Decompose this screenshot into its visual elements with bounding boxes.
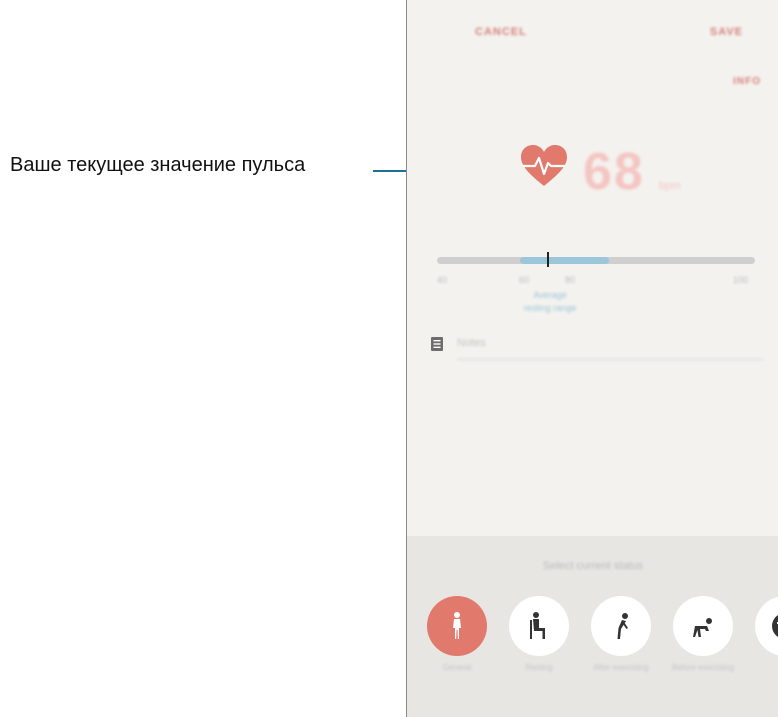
- status-label-before-exercise: Before exercising: [672, 663, 734, 672]
- status-before-exercise-button[interactable]: [673, 596, 733, 656]
- notes-input[interactable]: Notes: [457, 337, 763, 360]
- status-title: Select current status: [542, 560, 644, 572]
- average-range-segment: [520, 257, 609, 264]
- action-bar: CANCEL SAVE: [407, 0, 778, 64]
- range-tick: 80: [565, 275, 576, 285]
- current-value-marker: [547, 252, 549, 267]
- cancel-button[interactable]: CANCEL: [475, 26, 527, 38]
- status-label-resting: Resting: [525, 663, 553, 672]
- status-general-button[interactable]: [427, 596, 487, 656]
- tired-face-icon: [772, 615, 778, 637]
- heart-rate-icon: [519, 144, 569, 188]
- crouching-person-icon: [693, 618, 712, 637]
- range-tick: 100: [733, 275, 749, 285]
- standing-person-icon: [453, 612, 461, 639]
- notes-icon: [431, 337, 443, 351]
- status-label-after-exercise: After exercising: [593, 663, 649, 672]
- callout-label: Ваше текущее значение пульса: [10, 154, 306, 176]
- save-button[interactable]: SAVE: [710, 26, 743, 38]
- bending-person-icon: [617, 613, 628, 639]
- heart-rate-range-bar: [437, 257, 755, 264]
- status-tired-button[interactable]: [755, 596, 778, 656]
- sitting-person-icon: [530, 612, 545, 639]
- status-label-general: General: [442, 663, 472, 672]
- phone-screen: CANCEL SAVE INFO 68 bpm 40 60 80 100 Ave…: [406, 0, 778, 717]
- bpm-unit: bpm: [659, 180, 681, 192]
- status-after-exercise-button[interactable]: [591, 596, 651, 656]
- range-label-line: resting range: [523, 303, 577, 313]
- range-tick: 40: [437, 275, 448, 285]
- status-resting-button[interactable]: [509, 596, 569, 656]
- range-label-line: Average: [533, 290, 567, 300]
- status-panel: Select current status General Resting Af…: [407, 536, 778, 717]
- info-link[interactable]: INFO: [733, 76, 761, 87]
- bpm-value: 68: [583, 143, 645, 201]
- range-tick: 60: [519, 275, 530, 285]
- average-range-label: Average resting range: [495, 289, 605, 315]
